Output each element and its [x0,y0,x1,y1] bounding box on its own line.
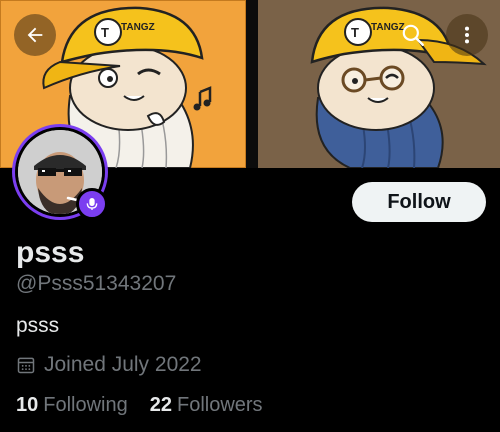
banner-cap-text-left: TANGZ [121,22,155,33]
spaces-badge[interactable] [76,188,108,220]
back-button[interactable] [14,14,56,56]
followers-link[interactable]: 22 Followers [150,394,263,417]
microphone-icon [86,198,98,210]
followers-label: Followers [176,394,263,416]
search-icon [402,24,424,46]
following-link[interactable]: 10 Following [16,394,128,417]
following-count: 10 [16,394,39,416]
back-arrow-icon [27,27,43,43]
svg-text:T: T [351,25,359,40]
following-label: Following [43,394,128,416]
follow-stats: 10 Following 22 Followers [16,394,285,417]
more-vertical-icon [464,26,470,44]
joined-text: Joined July 2022 [44,353,202,376]
joined-date: Joined July 2022 [16,352,202,378]
follow-button[interactable]: Follow [352,182,486,222]
search-button[interactable] [392,14,434,56]
svg-text:T: T [101,25,109,40]
display-name: psss [16,236,85,269]
more-options-button[interactable] [446,14,488,56]
profile-bio: psss [16,314,60,337]
calendar-icon [17,357,35,374]
followers-count: 22 [149,394,172,416]
username-handle: @Psss51343207 [16,272,177,295]
